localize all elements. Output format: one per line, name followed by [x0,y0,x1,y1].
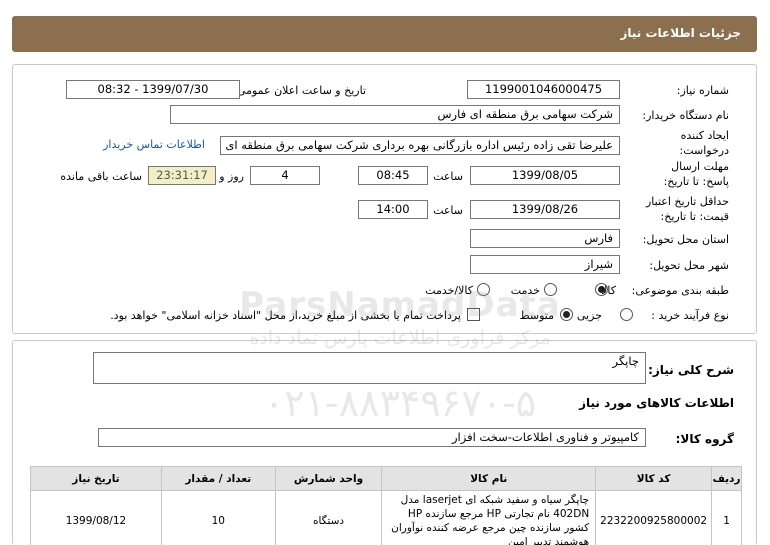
province-label: استان محل تحویل: [642,233,729,246]
page-header: جزئیات اطلاعات نیاز [12,16,757,52]
general-desc-field: چاپگر [93,352,646,384]
cell-qty: 10 [160,490,276,545]
validity-time-field: 14:00 [358,200,428,219]
purchase-type-label: نوع فرآیند خرید : [651,309,729,322]
need-number-field: 1199001046000475 [467,80,620,99]
category-goods-service-label: کالا/خدمت [425,284,473,297]
cell-row: 1 [711,490,742,545]
goods-group-label: گروه کالا: [675,432,734,446]
col-date: تاریخ نیاز [30,466,162,491]
deadline-time-label: ساعت [433,170,463,183]
cell-name: چاپگر سیاه و سفید شبکه ای laserjet مدل 4… [381,490,597,545]
deadline-label: مهلت ارسال پاسخ: تا تاریخ: [663,160,729,188]
validity-label: حداقل تاریخ اعتبار قیمت: تا تاریخ: [645,195,729,223]
table-row[interactable]: 1 2232200925800002 چاپگر سیاه و سفید شبک… [30,490,742,545]
goods-table: ردیف کد کالا نام کالا واحد شمارش تعداد /… [30,466,742,545]
buyer-org-label: نام دستگاه خریدار: [642,109,729,122]
goods-group-field: کامپیوتر و فناوری اطلاعات-سخت افزار [98,428,646,447]
need-number-label: شماره نیاز: [676,84,729,97]
treasury-payment-checkbox[interactable] [467,308,480,321]
col-qty: تعداد / مقدار [160,466,276,491]
cell-code: 2232200925800002 [595,490,713,545]
deadline-date-field: 1399/08/05 [470,166,620,185]
days-remaining-field: 4 [250,166,320,185]
col-code: کد کالا [595,466,713,491]
buyer-org-field: شرکت سهامی برق منطقه ای فارس [170,105,620,124]
col-row: ردیف [711,466,742,491]
category-service-label: خدمت [510,284,540,297]
cell-date: 1399/08/12 [30,490,162,545]
validity-time-label: ساعت [433,204,463,217]
category-service-radio[interactable] [544,283,557,296]
city-field: شیراز [470,255,620,274]
general-desc-label: شرح کلی نیاز: [648,363,734,377]
page-title: جزئیات اطلاعات نیاز [620,26,741,40]
announce-field: 1399/07/30 - 08:32 [66,80,240,99]
col-unit: واحد شمارش [274,466,383,491]
treasury-payment-note: پرداخت تمام یا بخشی از مبلغ خرید،از محل … [110,309,461,322]
buyer-contact-link[interactable]: اطلاعات تماس خریدار [103,138,205,151]
purchase-minor-radio[interactable] [620,308,633,321]
category-goods-service-radio[interactable] [477,283,490,296]
purchase-minor-label: جزیی [576,309,602,322]
creator-field: علیرضا تقی زاده رئیس اداره بازرگانی بهره… [220,136,620,155]
city-label: شهر محل تحویل: [649,259,729,272]
remaining-label: ساعت باقی مانده [60,170,142,183]
days-label: روز و [219,170,244,183]
announce-label: تاریخ و ساعت اعلان عمومی: [233,84,366,97]
category-label: طبقه بندی موضوعی: [631,284,729,297]
purchase-medium-label: متوسط [519,309,554,322]
purchase-medium-radio[interactable] [560,308,573,321]
deadline-time-field: 08:45 [358,166,428,185]
cell-unit: دستگاه [274,490,383,545]
category-goods-label: کالا [601,284,616,297]
goods-section-title: اطلاعات کالاهای مورد نیاز [579,396,734,410]
validity-date-field: 1399/08/26 [470,200,620,219]
creator-label: ایجاد کننده درخواست: [679,129,729,157]
province-field: فارس [470,229,620,248]
countdown-timer: 23:31:17 [148,166,216,185]
table-header-row: ردیف کد کالا نام کالا واحد شمارش تعداد /… [30,466,742,491]
col-name: نام کالا [381,466,597,491]
